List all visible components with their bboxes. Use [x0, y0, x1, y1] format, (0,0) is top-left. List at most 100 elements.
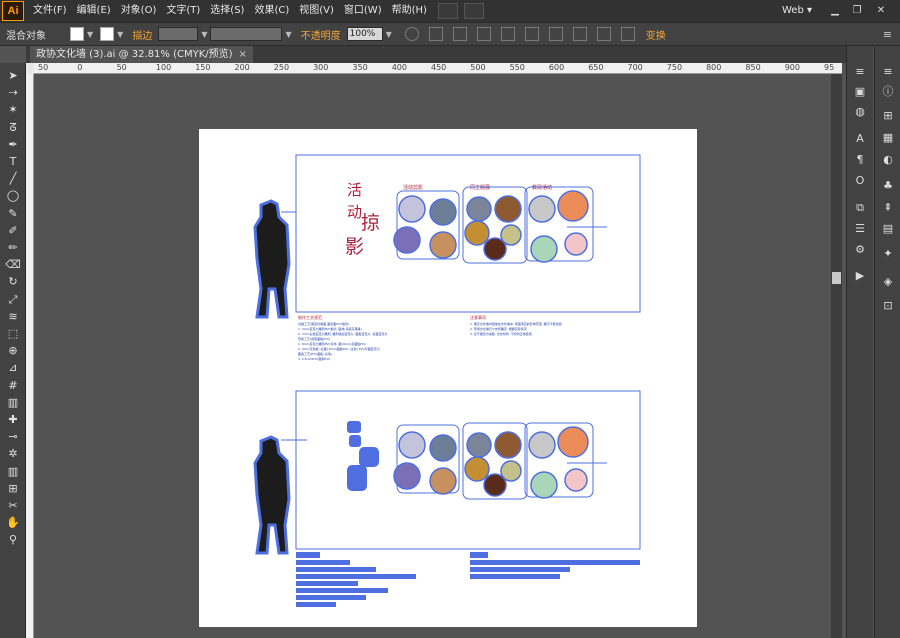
menu-window[interactable]: 窗口(W) — [339, 0, 387, 22]
menu-effect[interactable]: 效果(C) — [249, 0, 294, 22]
align-right-icon[interactable] — [500, 27, 515, 41]
arrange-documents-icon[interactable] — [463, 3, 484, 19]
symbols-icon[interactable]: ♣ — [880, 178, 896, 194]
minimize-icon[interactable]: ▁ — [826, 3, 844, 18]
artboard[interactable]: 活 动 掠 影 活动剪影 同主题展 教政活动 制作工艺规范 注意事项 基础工艺(… — [199, 129, 697, 627]
brush-definition-field[interactable] — [210, 27, 283, 41]
hand-tool-icon[interactable]: ✋ — [5, 516, 21, 530]
graphic-styles-icon[interactable]: ▤ — [880, 221, 896, 237]
pencil-tool-icon[interactable]: ✐ — [5, 224, 21, 238]
swatches-icon[interactable]: ◍ — [852, 104, 868, 120]
note-line: 1. 8mm亚克力雕刻PVC背材, 面10mm表面板PVC — [298, 341, 366, 346]
width-tool-icon[interactable]: ≋ — [5, 310, 21, 324]
blend-tool-icon[interactable]: ⊸ — [5, 430, 21, 444]
panel-menu-icon[interactable]: ≡ — [883, 28, 892, 41]
align-panel-icon[interactable]: ⊞ — [880, 108, 896, 124]
links-icon[interactable]: ⧉ — [852, 200, 868, 216]
person-silhouette[interactable] — [253, 435, 291, 555]
character-icon[interactable]: A — [852, 131, 868, 147]
chevron-down-icon[interactable]: ▼ — [117, 30, 123, 39]
workspace-switcher[interactable]: Web ▾ — [782, 0, 812, 22]
mesh-tool-icon[interactable]: # — [5, 379, 21, 393]
artboard-tool-icon[interactable]: ⊞ — [5, 482, 21, 496]
blob-brush-tool-icon[interactable]: ✏ — [5, 241, 21, 255]
menu-help[interactable]: 帮助(H) — [387, 0, 432, 22]
symbol-sprayer-tool-icon[interactable]: ✲ — [5, 447, 21, 461]
chevron-down-icon[interactable]: ▼ — [386, 30, 392, 39]
magic-wand-tool-icon[interactable]: ✶ — [5, 103, 21, 117]
opacity-field[interactable]: 100% — [346, 27, 383, 41]
align-left-icon[interactable] — [452, 27, 467, 41]
transform-label[interactable]: 变换 — [646, 27, 666, 42]
column-graph-tool-icon[interactable]: ▥ — [5, 465, 21, 479]
appearance-icon[interactable]: ✦ — [880, 246, 896, 262]
perspective-tool-icon[interactable]: ⊿ — [5, 361, 21, 375]
play-icon[interactable]: ▶ — [852, 268, 868, 284]
stroke-weight-field[interactable] — [158, 27, 199, 41]
menu-select[interactable]: 选择(S) — [205, 0, 249, 22]
layers-panel-icon[interactable]: ◈ — [880, 274, 896, 290]
paragraph-icon[interactable]: ¶ — [852, 152, 868, 168]
menu-object[interactable]: 对象(O) — [116, 0, 162, 22]
bridge-icon[interactable] — [437, 3, 458, 19]
zoom-tool-icon[interactable]: ⚲ — [5, 533, 21, 547]
document-tab[interactable]: 政协文化墙 (3).ai @ 32.81% (CMYK/预览) × — [30, 46, 253, 63]
distribute-vertical-icon[interactable] — [620, 27, 635, 41]
usb-icon[interactable]: ⇞ — [880, 200, 896, 216]
close-icon[interactable]: × — [239, 49, 247, 60]
rotate-tool-icon[interactable]: ↻ — [5, 275, 21, 289]
info-icon[interactable]: ⓘ — [880, 84, 896, 100]
paintbrush-tool-icon[interactable]: ✎ — [5, 207, 21, 221]
line-tool-icon[interactable]: ╱ — [5, 172, 21, 186]
pen-tool-icon[interactable]: ✒ — [5, 138, 21, 152]
opacity-label[interactable]: 不透明度 — [301, 27, 341, 42]
layers-icon[interactable]: ☰ — [852, 221, 868, 237]
eraser-tool-icon[interactable]: ⌫ — [5, 258, 21, 272]
restore-icon[interactable]: ❐ — [848, 3, 866, 18]
direct-selection-tool-icon[interactable]: ⇢ — [5, 86, 21, 100]
grid-icon[interactable] — [428, 27, 443, 41]
ruler-origin[interactable] — [26, 63, 34, 74]
ellipse-tool-icon[interactable]: ◯ — [5, 189, 21, 203]
horizontal-ruler[interactable]: 50 0 50 100 150 200 250 300 350 400 450 500 550 600 65… — [34, 63, 842, 74]
menu-file[interactable]: 文件(F) — [28, 0, 72, 22]
panel-menu-icon[interactable]: ≡ — [880, 64, 896, 80]
distribute-icon[interactable] — [596, 27, 611, 41]
menu-view[interactable]: 视图(V) — [294, 0, 339, 22]
align-bottom-icon[interactable] — [572, 27, 587, 41]
artboards-icon[interactable]: ⊡ — [880, 298, 896, 314]
type-tool-icon[interactable]: T — [5, 155, 21, 169]
chevron-down-icon[interactable]: ▼ — [201, 30, 207, 39]
selected-text-block[interactable] — [296, 552, 640, 607]
stroke-label[interactable]: 描边 — [132, 27, 152, 42]
eyedropper-tool-icon[interactable]: ✚ — [5, 413, 21, 427]
slice-tool-icon[interactable]: ✂ — [5, 499, 21, 513]
settings-icon[interactable]: ⚙ — [852, 242, 868, 258]
scale-tool-icon[interactable]: ⤢ — [5, 293, 21, 307]
stroke-swatch[interactable] — [100, 27, 115, 41]
chevron-down-icon[interactable]: ▼ — [87, 30, 93, 39]
chevron-down-icon[interactable]: ▼ — [285, 30, 291, 39]
recolor-icon[interactable] — [404, 27, 419, 41]
panel-menu-icon[interactable]: ≡ — [852, 64, 868, 80]
align-middle-icon[interactable] — [548, 27, 563, 41]
free-transform-tool-icon[interactable]: ⬚ — [5, 327, 21, 341]
color-panel-icon[interactable]: ▣ — [852, 84, 868, 100]
vertical-scrollbar[interactable] — [831, 74, 842, 638]
scrollbar-thumb[interactable] — [832, 272, 841, 284]
menu-type[interactable]: 文字(T) — [161, 0, 205, 22]
fill-swatch[interactable] — [70, 27, 84, 41]
shape-builder-tool-icon[interactable]: ⊕ — [5, 344, 21, 358]
align-top-icon[interactable] — [524, 27, 539, 41]
gradient-tool-icon[interactable]: ▥ — [5, 396, 21, 410]
lasso-tool-icon[interactable]: ᘔ — [5, 121, 21, 135]
selection-tool-icon[interactable]: ➤ — [5, 69, 21, 83]
align-center-icon[interactable] — [476, 27, 491, 41]
person-silhouette[interactable] — [253, 199, 291, 319]
close-icon[interactable]: ✕ — [872, 3, 890, 18]
gradient-icon[interactable]: ◐ — [880, 152, 896, 168]
opentype-icon[interactable]: O — [852, 173, 868, 189]
menu-edit[interactable]: 编辑(E) — [72, 0, 116, 22]
vertical-ruler[interactable] — [26, 74, 34, 638]
pathfinder-icon[interactable]: ▦ — [880, 130, 896, 146]
